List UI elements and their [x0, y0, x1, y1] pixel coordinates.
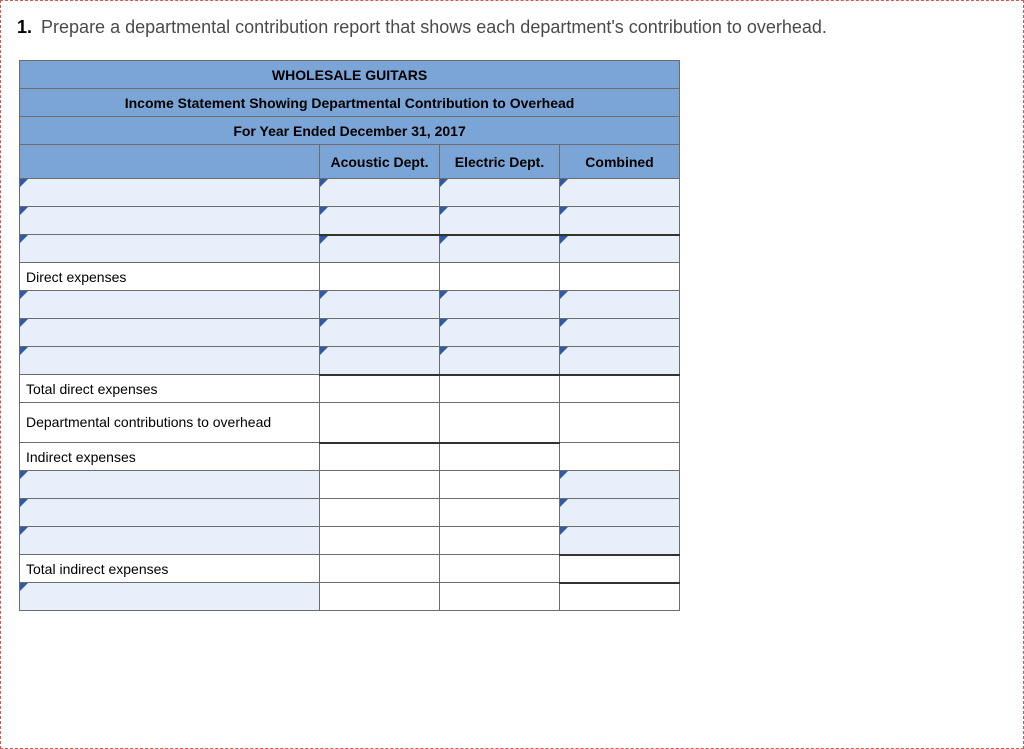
electric-input[interactable] — [440, 347, 560, 375]
blank-cell — [320, 583, 440, 611]
row-label-input[interactable] — [20, 471, 320, 499]
row-label-input[interactable] — [20, 583, 320, 611]
table-row: Total indirect expenses — [20, 555, 680, 583]
direct-expenses-label: Direct expenses — [20, 263, 320, 291]
blank-cell — [440, 527, 560, 555]
row-label-input[interactable] — [20, 527, 320, 555]
total-indirect-label: Total indirect expenses — [20, 555, 320, 583]
row-label-input[interactable] — [20, 499, 320, 527]
blank-cell — [440, 499, 560, 527]
row-label-input[interactable] — [20, 319, 320, 347]
table-row: Direct expenses — [20, 263, 680, 291]
row-label-input[interactable] — [20, 347, 320, 375]
blank-cell — [440, 263, 560, 291]
table-row: Indirect expenses — [20, 443, 680, 471]
table-row — [20, 499, 680, 527]
table-row — [20, 179, 680, 207]
blank-cell — [320, 263, 440, 291]
electric-input[interactable] — [440, 235, 560, 263]
row-label-input[interactable] — [20, 207, 320, 235]
table-row — [20, 235, 680, 263]
blank-cell — [320, 527, 440, 555]
question-body: Prepare a departmental contribution repo… — [41, 17, 827, 37]
col-acoustic-header: Acoustic Dept. — [320, 145, 440, 179]
col-label-header — [20, 145, 320, 179]
acoustic-total — [320, 375, 440, 403]
combined-total-indirect — [560, 555, 680, 583]
acoustic-input[interactable] — [320, 179, 440, 207]
electric-contrib — [440, 403, 560, 443]
acoustic-input[interactable] — [320, 235, 440, 263]
blank-cell — [440, 471, 560, 499]
electric-input[interactable] — [440, 179, 560, 207]
table-row: Total direct expenses — [20, 375, 680, 403]
blank-cell — [320, 443, 440, 471]
combined-input[interactable] — [560, 207, 680, 235]
acoustic-input[interactable] — [320, 291, 440, 319]
acoustic-contrib — [320, 403, 440, 443]
combined-final — [560, 583, 680, 611]
blank-cell — [440, 555, 560, 583]
combined-input[interactable] — [560, 319, 680, 347]
contribution-report-table: WHOLESALE GUITARS Income Statement Showi… — [19, 60, 680, 611]
table-row — [20, 471, 680, 499]
table-row — [20, 583, 680, 611]
acoustic-input[interactable] — [320, 347, 440, 375]
combined-input[interactable] — [560, 235, 680, 263]
table-row — [20, 207, 680, 235]
blank-cell — [320, 555, 440, 583]
combined-input[interactable] — [560, 471, 680, 499]
table-row: Departmental contributions to overhead — [20, 403, 680, 443]
table-row — [20, 319, 680, 347]
blank-cell — [320, 499, 440, 527]
combined-input[interactable] — [560, 291, 680, 319]
combined-contrib — [560, 403, 680, 443]
combined-total — [560, 375, 680, 403]
blank-cell — [560, 263, 680, 291]
table-row — [20, 347, 680, 375]
combined-input[interactable] — [560, 179, 680, 207]
blank-cell — [320, 471, 440, 499]
electric-input[interactable] — [440, 319, 560, 347]
indirect-expenses-label: Indirect expenses — [20, 443, 320, 471]
question-number: 1. — [17, 17, 32, 37]
blank-cell — [440, 583, 560, 611]
table-row — [20, 527, 680, 555]
electric-total — [440, 375, 560, 403]
page-frame: 1. Prepare a departmental contribution r… — [0, 0, 1024, 749]
electric-input[interactable] — [440, 207, 560, 235]
row-label-input[interactable] — [20, 291, 320, 319]
total-direct-label: Total direct expenses — [20, 375, 320, 403]
row-label-input[interactable] — [20, 179, 320, 207]
col-electric-header: Electric Dept. — [440, 145, 560, 179]
acoustic-input[interactable] — [320, 319, 440, 347]
table-row — [20, 291, 680, 319]
report-title: WHOLESALE GUITARS — [20, 61, 680, 89]
acoustic-input[interactable] — [320, 207, 440, 235]
question-text: 1. Prepare a departmental contribution r… — [17, 17, 1007, 38]
blank-cell — [560, 443, 680, 471]
dept-contrib-label: Departmental contributions to overhead — [20, 403, 320, 443]
electric-input[interactable] — [440, 291, 560, 319]
report-subtitle: Income Statement Showing Departmental Co… — [20, 89, 680, 117]
combined-input[interactable] — [560, 527, 680, 555]
blank-cell — [440, 443, 560, 471]
combined-input[interactable] — [560, 499, 680, 527]
combined-input[interactable] — [560, 347, 680, 375]
row-label-input[interactable] — [20, 235, 320, 263]
report-period: For Year Ended December 31, 2017 — [20, 117, 680, 145]
col-combined-header: Combined — [560, 145, 680, 179]
